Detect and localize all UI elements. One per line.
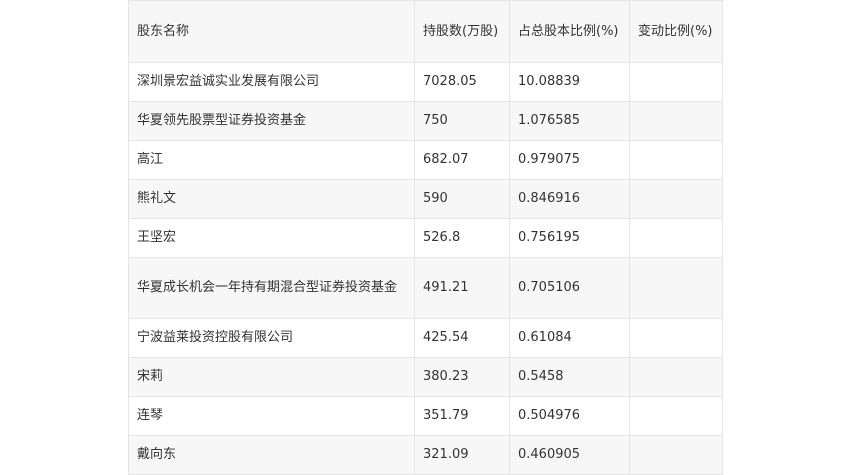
cell-name: 华夏成长机会一年持有期混合型证券投资基金 [128,257,415,319]
cell-change [629,62,723,102]
cell-ratio: 1.076585 [509,101,630,141]
cell-name: 熊礼文 [128,179,415,219]
cell-ratio: 0.756195 [509,218,630,258]
cell-shares: 590 [414,179,510,219]
cell-change [629,140,723,180]
cell-ratio: 10.08839 [509,62,630,102]
table-row: 高江 682.07 0.979075 [128,140,723,180]
shareholder-table-container: 股东名称 持股数(万股) 占总股本比例(%) 变动比例(%) 深圳景宏益诚实业发… [128,0,723,475]
cell-name: 宋莉 [128,357,415,397]
cell-name: 高江 [128,140,415,180]
cell-shares: 321.09 [414,435,510,475]
cell-change [629,179,723,219]
cell-name: 华夏领先股票型证券投资基金 [128,101,415,141]
table-header-row: 股东名称 持股数(万股) 占总股本比例(%) 变动比例(%) [128,0,723,63]
table-row: 宁波益莱投资控股有限公司 425.54 0.61084 [128,318,723,358]
table-row: 深圳景宏益诚实业发展有限公司 7028.05 10.08839 [128,62,723,102]
cell-ratio: 0.5458 [509,357,630,397]
table-row: 王坚宏 526.8 0.756195 [128,218,723,258]
cell-change [629,318,723,358]
cell-shares: 7028.05 [414,62,510,102]
cell-name: 连琴 [128,396,415,436]
cell-ratio: 0.705106 [509,257,630,319]
table-row: 华夏领先股票型证券投资基金 750 1.076585 [128,101,723,141]
table-row: 熊礼文 590 0.846916 [128,179,723,219]
cell-shares: 425.54 [414,318,510,358]
cell-shares: 682.07 [414,140,510,180]
cell-ratio: 0.846916 [509,179,630,219]
table-row: 华夏成长机会一年持有期混合型证券投资基金 491.21 0.705106 [128,257,723,319]
cell-ratio: 0.504976 [509,396,630,436]
cell-change [629,218,723,258]
cell-shares: 380.23 [414,357,510,397]
cell-name: 戴向东 [128,435,415,475]
cell-ratio: 0.979075 [509,140,630,180]
cell-change [629,435,723,475]
header-shares-held: 持股数(万股) [414,0,510,63]
cell-shares: 351.79 [414,396,510,436]
header-shareholder-name: 股东名称 [128,0,415,63]
header-share-ratio: 占总股本比例(%) [509,0,630,63]
cell-name: 宁波益莱投资控股有限公司 [128,318,415,358]
cell-shares: 526.8 [414,218,510,258]
cell-ratio: 0.460905 [509,435,630,475]
header-change-ratio: 变动比例(%) [629,0,723,63]
cell-ratio: 0.61084 [509,318,630,358]
table-row: 戴向东 321.09 0.460905 [128,435,723,475]
cell-shares: 750 [414,101,510,141]
cell-change [629,357,723,397]
cell-change [629,101,723,141]
cell-name: 深圳景宏益诚实业发展有限公司 [128,62,415,102]
table-row: 宋莉 380.23 0.5458 [128,357,723,397]
shareholder-table: 股东名称 持股数(万股) 占总股本比例(%) 变动比例(%) 深圳景宏益诚实业发… [128,0,723,475]
table-row: 连琴 351.79 0.504976 [128,396,723,436]
cell-change [629,257,723,319]
cell-shares: 491.21 [414,257,510,319]
cell-name: 王坚宏 [128,218,415,258]
cell-change [629,396,723,436]
